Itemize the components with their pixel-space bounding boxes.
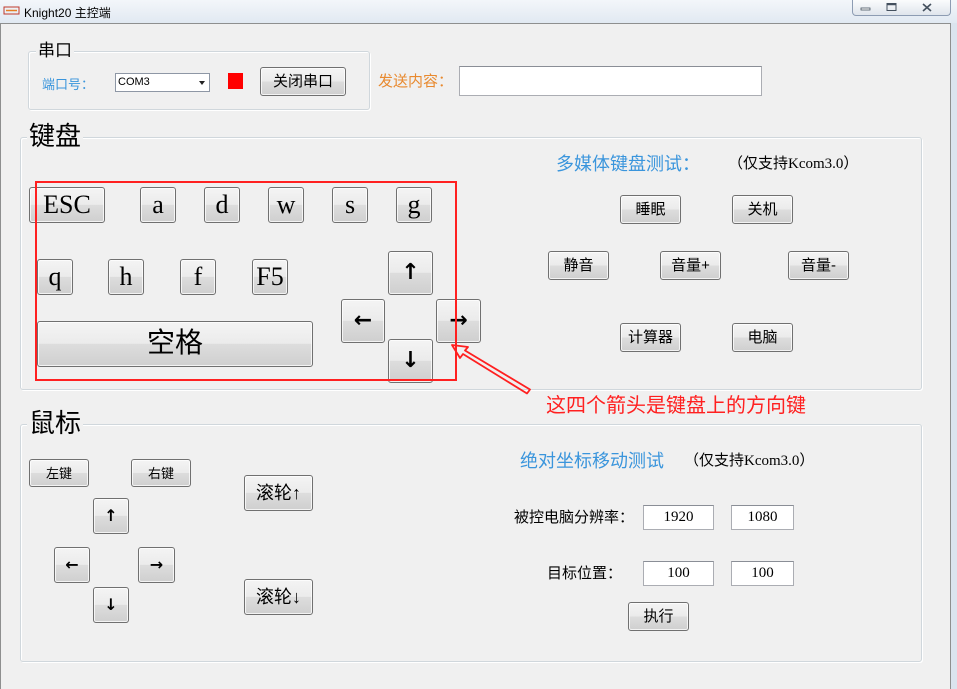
resolution-label: 被控电脑分辨率： xyxy=(514,509,635,526)
mouse-move-up[interactable]: ↑ xyxy=(93,498,129,534)
computer-button[interactable]: 电脑 xyxy=(732,323,793,352)
key-s[interactable]: s xyxy=(332,187,368,223)
resolution-width-input[interactable] xyxy=(643,505,714,530)
chevron-down-icon[interactable] xyxy=(199,81,205,85)
key-q[interactable]: q xyxy=(37,259,73,295)
close-button[interactable] xyxy=(903,0,951,16)
volume-down-button[interactable]: 音量- xyxy=(788,251,849,280)
annotation-text: 这四个箭头是键盘上的方向键 xyxy=(546,395,806,417)
close-serial-button[interactable]: 关闭串口 xyxy=(260,67,346,96)
serial-group-label: 串口 xyxy=(36,41,74,60)
multimedia-note: （仅支持Kcom3.0） xyxy=(728,156,859,172)
minimize-button[interactable] xyxy=(852,0,879,16)
key-space[interactable]: 空格 xyxy=(37,321,313,367)
title-bar[interactable]: Knight20 主控端 xyxy=(0,0,957,23)
port-label: 端口号： xyxy=(42,77,95,92)
mouse-move-down[interactable]: ↓ xyxy=(93,587,129,623)
key-f[interactable]: f xyxy=(180,259,216,295)
port-combobox[interactable]: COM3 xyxy=(115,73,210,92)
key-arrow-up[interactable]: ↑ xyxy=(388,251,433,295)
send-content-label: 发送内容： xyxy=(378,73,454,90)
sleep-button[interactable]: 睡眠 xyxy=(620,195,681,224)
maximize-button[interactable] xyxy=(878,0,904,16)
mouse-left-button[interactable]: 左键 xyxy=(29,459,89,487)
minimize-icon xyxy=(860,7,871,11)
target-x-input[interactable] xyxy=(643,561,714,586)
target-y-input[interactable] xyxy=(731,561,794,586)
resolution-height-input[interactable] xyxy=(731,505,794,530)
key-arrow-right[interactable]: → xyxy=(436,299,481,343)
multimedia-label: 多媒体键盘测试： xyxy=(556,154,700,174)
key-arrow-down[interactable]: ↓ xyxy=(388,339,433,383)
key-esc[interactable]: ESC xyxy=(29,187,105,223)
mouse-group-label: 鼠标 xyxy=(27,408,84,438)
key-a[interactable]: a xyxy=(140,187,176,223)
target-position-label: 目标位置： xyxy=(547,565,623,582)
port-combobox-value: COM3 xyxy=(118,76,150,88)
absolute-move-label: 绝对坐标移动测试 xyxy=(520,451,664,471)
maximize-icon xyxy=(886,3,896,11)
key-h[interactable]: h xyxy=(108,259,144,295)
wheel-up-button[interactable]: 滚轮↑ xyxy=(244,475,313,511)
mouse-right-button[interactable]: 右键 xyxy=(131,459,191,487)
send-content-input[interactable] xyxy=(459,66,762,96)
volume-up-button[interactable]: 音量+ xyxy=(660,251,721,280)
close-icon xyxy=(921,3,932,12)
execute-button[interactable]: 执行 xyxy=(628,602,689,631)
key-d[interactable]: d xyxy=(204,187,240,223)
key-arrow-left[interactable]: ← xyxy=(341,299,385,343)
keyboard-group-label: 键盘 xyxy=(27,121,84,151)
absolute-move-note: （仅支持Kcom3.0） xyxy=(684,453,815,469)
key-w[interactable]: w xyxy=(268,187,304,223)
mouse-move-right[interactable]: → xyxy=(138,547,175,583)
key-f5[interactable]: F5 xyxy=(252,259,288,295)
mouse-move-left[interactable]: ← xyxy=(54,547,90,583)
wheel-down-button[interactable]: 滚轮↓ xyxy=(244,579,313,615)
key-g[interactable]: g xyxy=(396,187,432,223)
window-title: Knight20 主控端 xyxy=(24,6,111,20)
app-window: Knight20 主控端 串口 端口号： COM3 关闭串口 发送内容： 键盘 … xyxy=(0,0,957,689)
mute-button[interactable]: 静音 xyxy=(548,251,609,280)
calculator-button[interactable]: 计算器 xyxy=(620,323,681,352)
serial-status-indicator xyxy=(228,73,243,89)
shutdown-button[interactable]: 关机 xyxy=(732,195,793,224)
app-icon xyxy=(3,6,20,15)
